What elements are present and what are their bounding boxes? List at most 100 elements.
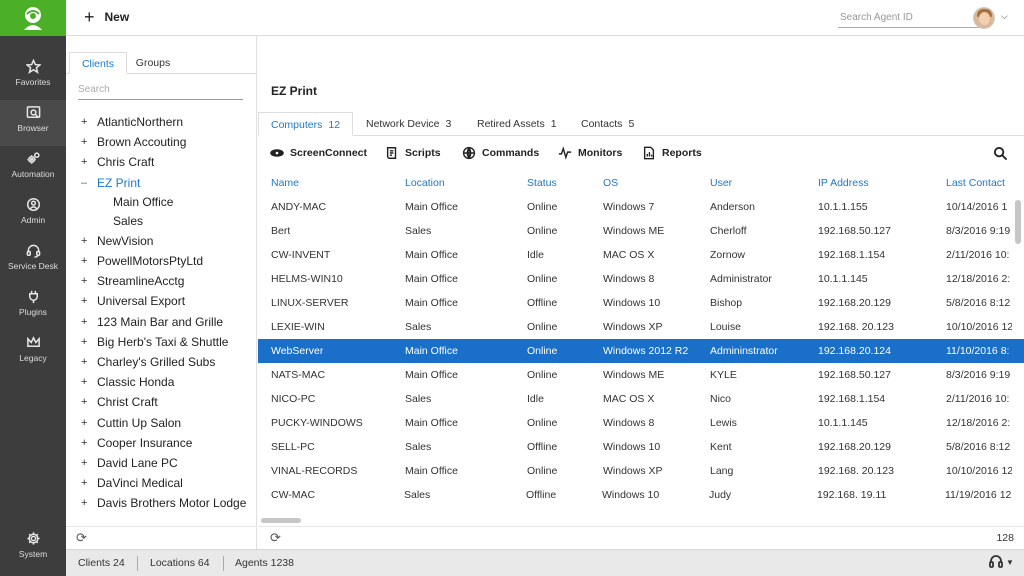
screenconnect-button[interactable]: ScreenConnect	[270, 146, 367, 160]
monitors-button[interactable]: Monitors	[558, 146, 622, 160]
tree-client-item[interactable]: + Christ Craft	[80, 392, 255, 412]
table-row[interactable]: Bert Sales Online Windows ME Cherloff 192.168…	[258, 219, 1024, 243]
table-row[interactable]: NICO-PC Sales Idle MAC OS X Nico 192.168.1.15…	[258, 387, 1024, 411]
tab-computers[interactable]: Computers 12	[258, 112, 354, 136]
table-row[interactable]: PUCKY-WINDOWS Main Office Online Windows 8 L…	[258, 411, 1024, 435]
expand-icon[interactable]: +	[80, 295, 97, 307]
tree-client-item[interactable]: + PowellMotorsPtyLtd	[80, 251, 255, 271]
tab-retired-assets[interactable]: Retired Assets 1	[477, 112, 557, 136]
table-search-button[interactable]	[993, 146, 1008, 166]
horizontal-scrollbar[interactable]	[261, 518, 301, 523]
expand-icon[interactable]: +	[80, 235, 97, 247]
tree-client-item[interactable]: + Cooper Insurance	[80, 433, 255, 453]
status-divider	[137, 556, 138, 571]
column-header[interactable]: Location	[405, 177, 445, 189]
table-row[interactable]: WebServer Main Office Online Windows 2012 R…	[258, 339, 1024, 363]
table-cell: SELL-PC	[271, 441, 315, 453]
rail-item-favorites[interactable]: Favorites	[0, 54, 66, 100]
rail-item-automation[interactable]: Automation	[0, 146, 66, 192]
table-row[interactable]: CW-INVENT Main Office Idle MAC OS X Zornow 19…	[258, 243, 1024, 267]
user-avatar[interactable]	[973, 7, 995, 29]
expand-icon[interactable]: +	[80, 356, 97, 368]
table-row[interactable]: LEXIE-WIN Sales Online Windows XP Louise 192.…	[258, 315, 1024, 339]
tree-item-label: Charley's Grilled Subs	[97, 354, 216, 369]
rail-item-admin[interactable]: Admin	[0, 192, 66, 238]
tree-client-item[interactable]: + Big Herb's Taxi & Shuttle	[80, 332, 255, 352]
tree-client-item[interactable]: + Classic Honda	[80, 372, 255, 392]
tree-client-item[interactable]: + Cuttin Up Salon	[80, 412, 255, 432]
table-row[interactable]: CW-MAC Sales Offline Windows 10 Judy 192.168.…	[258, 483, 1024, 507]
refresh-icon[interactable]: ⟳	[76, 530, 87, 546]
table-cell: LEXIE-WIN	[271, 321, 325, 333]
tree-client-item[interactable]: + Chris Craft	[80, 152, 255, 172]
tree-location-item[interactable]: Sales	[80, 212, 255, 231]
chevron-down-icon[interactable]: ⌵	[1001, 11, 1008, 22]
expand-icon[interactable]: +	[80, 316, 97, 328]
table-cell: 192.168.20.129	[818, 297, 891, 309]
table-row[interactable]: VINAL-RECORDS Main Office Online Windows XP…	[258, 459, 1024, 483]
tab-clients[interactable]: Clients	[69, 52, 127, 74]
column-header[interactable]: Status	[527, 177, 557, 189]
tree-client-item[interactable]: + Charley's Grilled Subs	[80, 352, 255, 372]
expand-icon[interactable]: +	[80, 497, 97, 509]
expand-icon[interactable]: +	[80, 156, 97, 168]
expand-icon[interactable]: +	[80, 255, 97, 267]
table-cell: Windows 8	[603, 417, 655, 429]
column-header[interactable]: Last Contact	[946, 177, 1005, 189]
rail-item-legacy[interactable]: Legacy	[0, 330, 66, 376]
tree-client-item[interactable]: + Davis Brothers Motor Lodge	[80, 493, 255, 513]
expand-icon[interactable]: +	[80, 437, 97, 449]
tab-network-device[interactable]: Network Device 3	[366, 112, 451, 136]
tree-client-item[interactable]: +123 Main Bar and Grille	[80, 312, 255, 332]
expand-icon[interactable]: +	[80, 457, 97, 469]
tab-contacts[interactable]: Contacts 5	[581, 112, 634, 136]
rail-item-system[interactable]: System	[0, 526, 66, 572]
tree-client-item[interactable]: – EZ Print	[80, 173, 255, 193]
tree-client-item[interactable]: + NewVision	[80, 231, 255, 251]
expand-icon[interactable]: +	[80, 136, 97, 148]
table-row[interactable]: ANDY-MAC Main Office Online Windows 7 Anders…	[258, 195, 1024, 219]
vertical-scrollbar[interactable]	[1015, 200, 1021, 244]
reports-button[interactable]: Reports	[642, 146, 702, 160]
column-header[interactable]: Name	[271, 177, 299, 189]
table-row[interactable]: HELMS-WIN10 Main Office Online Windows 8 Adm…	[258, 267, 1024, 291]
scripts-button[interactable]: Scripts	[385, 146, 441, 160]
collapse-icon[interactable]: –	[80, 177, 97, 189]
expand-icon[interactable]: +	[80, 477, 97, 489]
table-row[interactable]: SELL-PC Sales Offline Windows 10 Kent 192.168…	[258, 435, 1024, 459]
expand-icon[interactable]: +	[80, 336, 97, 348]
tree-client-item[interactable]: + AtlanticNorthern	[80, 112, 255, 132]
column-header[interactable]: IP Address	[818, 177, 869, 189]
plus-icon: +	[84, 7, 95, 27]
tree-location-item[interactable]: Main Office	[80, 193, 255, 212]
tree-client-item[interactable]: + DaVinci Medical	[80, 473, 255, 493]
tab-groups[interactable]: Groups	[128, 52, 178, 74]
tab-computers-label: Computers	[271, 119, 323, 131]
table-cell: 10.1.1.145	[818, 417, 868, 429]
expand-icon[interactable]: +	[80, 116, 97, 128]
column-header[interactable]: OS	[603, 177, 618, 189]
expand-icon[interactable]: +	[80, 417, 97, 429]
app-logo[interactable]	[0, 0, 66, 36]
new-button[interactable]: + New	[84, 7, 129, 27]
table-refresh-icon[interactable]: ⟳	[270, 530, 281, 546]
expand-icon[interactable]: +	[80, 376, 97, 388]
table-cell: Lewis	[710, 417, 737, 429]
rail-item-plugins[interactable]: Plugins	[0, 284, 66, 330]
table-row[interactable]: LINUX-SERVER Main Office Offline Windows 10…	[258, 291, 1024, 315]
column-header[interactable]: User	[710, 177, 732, 189]
client-search-input[interactable]	[78, 80, 243, 100]
expand-icon[interactable]: +	[80, 275, 97, 287]
support-menu[interactable]: ▼	[989, 554, 1014, 570]
tree-client-item[interactable]: + StreamlineAcctg	[80, 271, 255, 291]
tree-client-item[interactable]: + David Lane PC	[80, 453, 255, 473]
rail-item-service-desk[interactable]: Service Desk	[0, 238, 66, 284]
tree-client-item[interactable]: + Brown Accouting	[80, 132, 255, 152]
agent-id-search-input[interactable]	[838, 8, 988, 28]
search-icon	[993, 146, 1008, 161]
expand-icon[interactable]: +	[80, 396, 97, 408]
commands-button[interactable]: Commands	[462, 146, 539, 160]
tree-client-item[interactable]: + Universal Export	[80, 291, 255, 311]
rail-item-browser[interactable]: Browser	[0, 100, 66, 146]
table-row[interactable]: NATS-MAC Main Office Online Windows ME KYLE 1…	[258, 363, 1024, 387]
